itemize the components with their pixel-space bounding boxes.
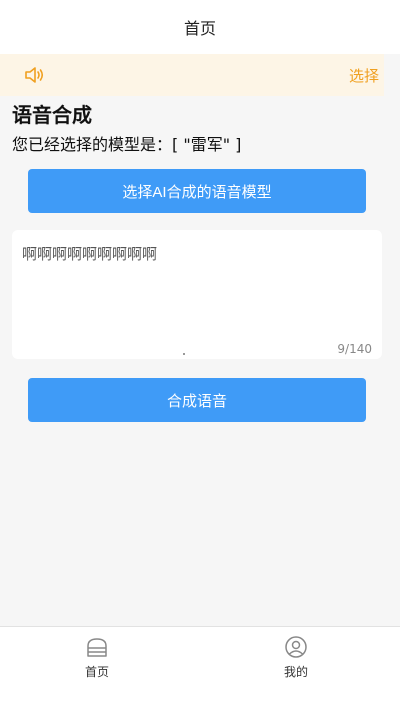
selected-model-value: [ "雷军" ] xyxy=(172,135,242,154)
cursor-dot xyxy=(183,353,185,355)
tab-home[interactable]: 首页 xyxy=(47,627,147,687)
scrollbar[interactable] xyxy=(386,54,400,626)
notice-text: 选择 xyxy=(349,67,380,85)
text-input[interactable]: 啊啊啊啊啊啊啊啊啊 xyxy=(22,243,157,264)
page-title: 首页 xyxy=(183,19,216,38)
tab-mine-label: 我的 xyxy=(283,665,308,679)
char-counter: 9/140 xyxy=(337,342,372,356)
text-input-card[interactable]: 啊啊啊啊啊啊啊啊啊 9/140 xyxy=(12,230,382,359)
user-icon xyxy=(284,635,308,659)
notice-bar[interactable]: 选择 xyxy=(0,54,384,96)
tab-home-label: 首页 xyxy=(84,665,109,679)
top-navbar: 首页 xyxy=(0,0,400,54)
synthesize-button[interactable]: 合成语音 xyxy=(28,378,366,422)
selected-model-label: 您已经选择的模型是： xyxy=(12,135,173,154)
speaker-icon xyxy=(24,65,46,85)
bottom-tabbar: 首页 我的 xyxy=(0,626,400,714)
select-model-button[interactable]: 选择AI合成的语音模型 xyxy=(28,169,366,213)
tab-mine[interactable]: 我的 xyxy=(246,627,346,687)
home-icon xyxy=(85,635,109,659)
selected-model-line: 您已经选择的模型是：[ "雷军" ] xyxy=(12,131,241,155)
section-title: 语音合成 xyxy=(12,103,92,127)
